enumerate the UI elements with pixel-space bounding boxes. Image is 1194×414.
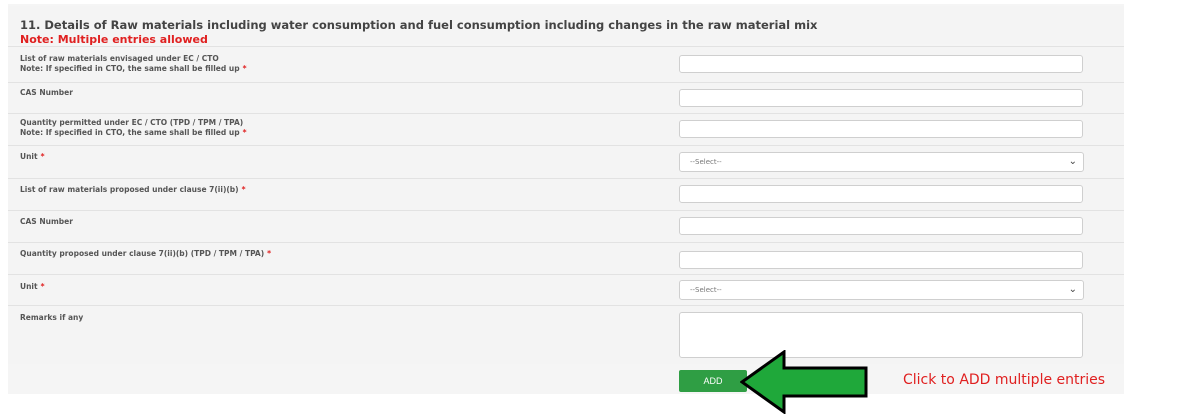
field-row-unit-2: Unit * --Select-- ⌄ bbox=[8, 274, 1124, 306]
add-hint-text: Click to ADD multiple entries bbox=[903, 372, 1106, 388]
field-row-remarks: Remarks if any bbox=[8, 305, 1124, 364]
raw-materials-proposed-input[interactable] bbox=[679, 185, 1083, 203]
field-row-unit-1: Unit * --Select-- ⌄ bbox=[8, 145, 1124, 179]
field-label: Quantity permitted under EC / CTO (TPD /… bbox=[20, 118, 247, 137]
field-label: Quantity proposed under clause 7(ii)(b) … bbox=[20, 249, 272, 258]
section-title: 11. Details of Raw materials including w… bbox=[20, 18, 818, 32]
field-label: Unit * bbox=[20, 282, 45, 291]
quantity-permitted-input[interactable] bbox=[679, 120, 1083, 138]
cas-number-1-input[interactable] bbox=[679, 89, 1083, 107]
field-label: Remarks if any bbox=[20, 313, 84, 322]
select-value: --Select-- bbox=[690, 286, 722, 294]
select-value: --Select-- bbox=[690, 158, 722, 166]
field-label: CAS Number bbox=[20, 88, 73, 97]
field-row-cas-number-1: CAS Number bbox=[8, 82, 1124, 114]
field-label: Unit * bbox=[20, 152, 45, 161]
unit-1-select[interactable]: --Select-- ⌄ bbox=[679, 152, 1084, 172]
add-button[interactable]: ADD bbox=[679, 370, 747, 392]
quantity-proposed-input[interactable] bbox=[679, 251, 1083, 269]
section-header: 11. Details of Raw materials including w… bbox=[8, 6, 1124, 46]
cas-number-2-input[interactable] bbox=[679, 217, 1083, 235]
field-row-raw-materials-proposed: List of raw materials proposed under cla… bbox=[8, 178, 1124, 211]
chevron-down-icon: ⌄ bbox=[1068, 284, 1077, 295]
field-label: List of raw materials proposed under cla… bbox=[20, 185, 246, 194]
field-row-cas-number-2: CAS Number bbox=[8, 210, 1124, 243]
unit-2-select[interactable]: --Select-- ⌄ bbox=[679, 280, 1084, 300]
arrow-left-icon bbox=[740, 350, 868, 414]
field-row-quantity-permitted: Quantity permitted under EC / CTO (TPD /… bbox=[8, 113, 1124, 146]
section-note: Note: Multiple entries allowed bbox=[20, 33, 208, 46]
field-row-raw-materials-ec: List of raw materials envisaged under EC… bbox=[8, 46, 1124, 83]
raw-materials-ec-input[interactable] bbox=[679, 55, 1083, 73]
field-label: List of raw materials envisaged under EC… bbox=[20, 54, 247, 73]
field-label: CAS Number bbox=[20, 217, 73, 226]
chevron-down-icon: ⌄ bbox=[1068, 156, 1077, 167]
field-row-quantity-proposed: Quantity proposed under clause 7(ii)(b) … bbox=[8, 242, 1124, 275]
